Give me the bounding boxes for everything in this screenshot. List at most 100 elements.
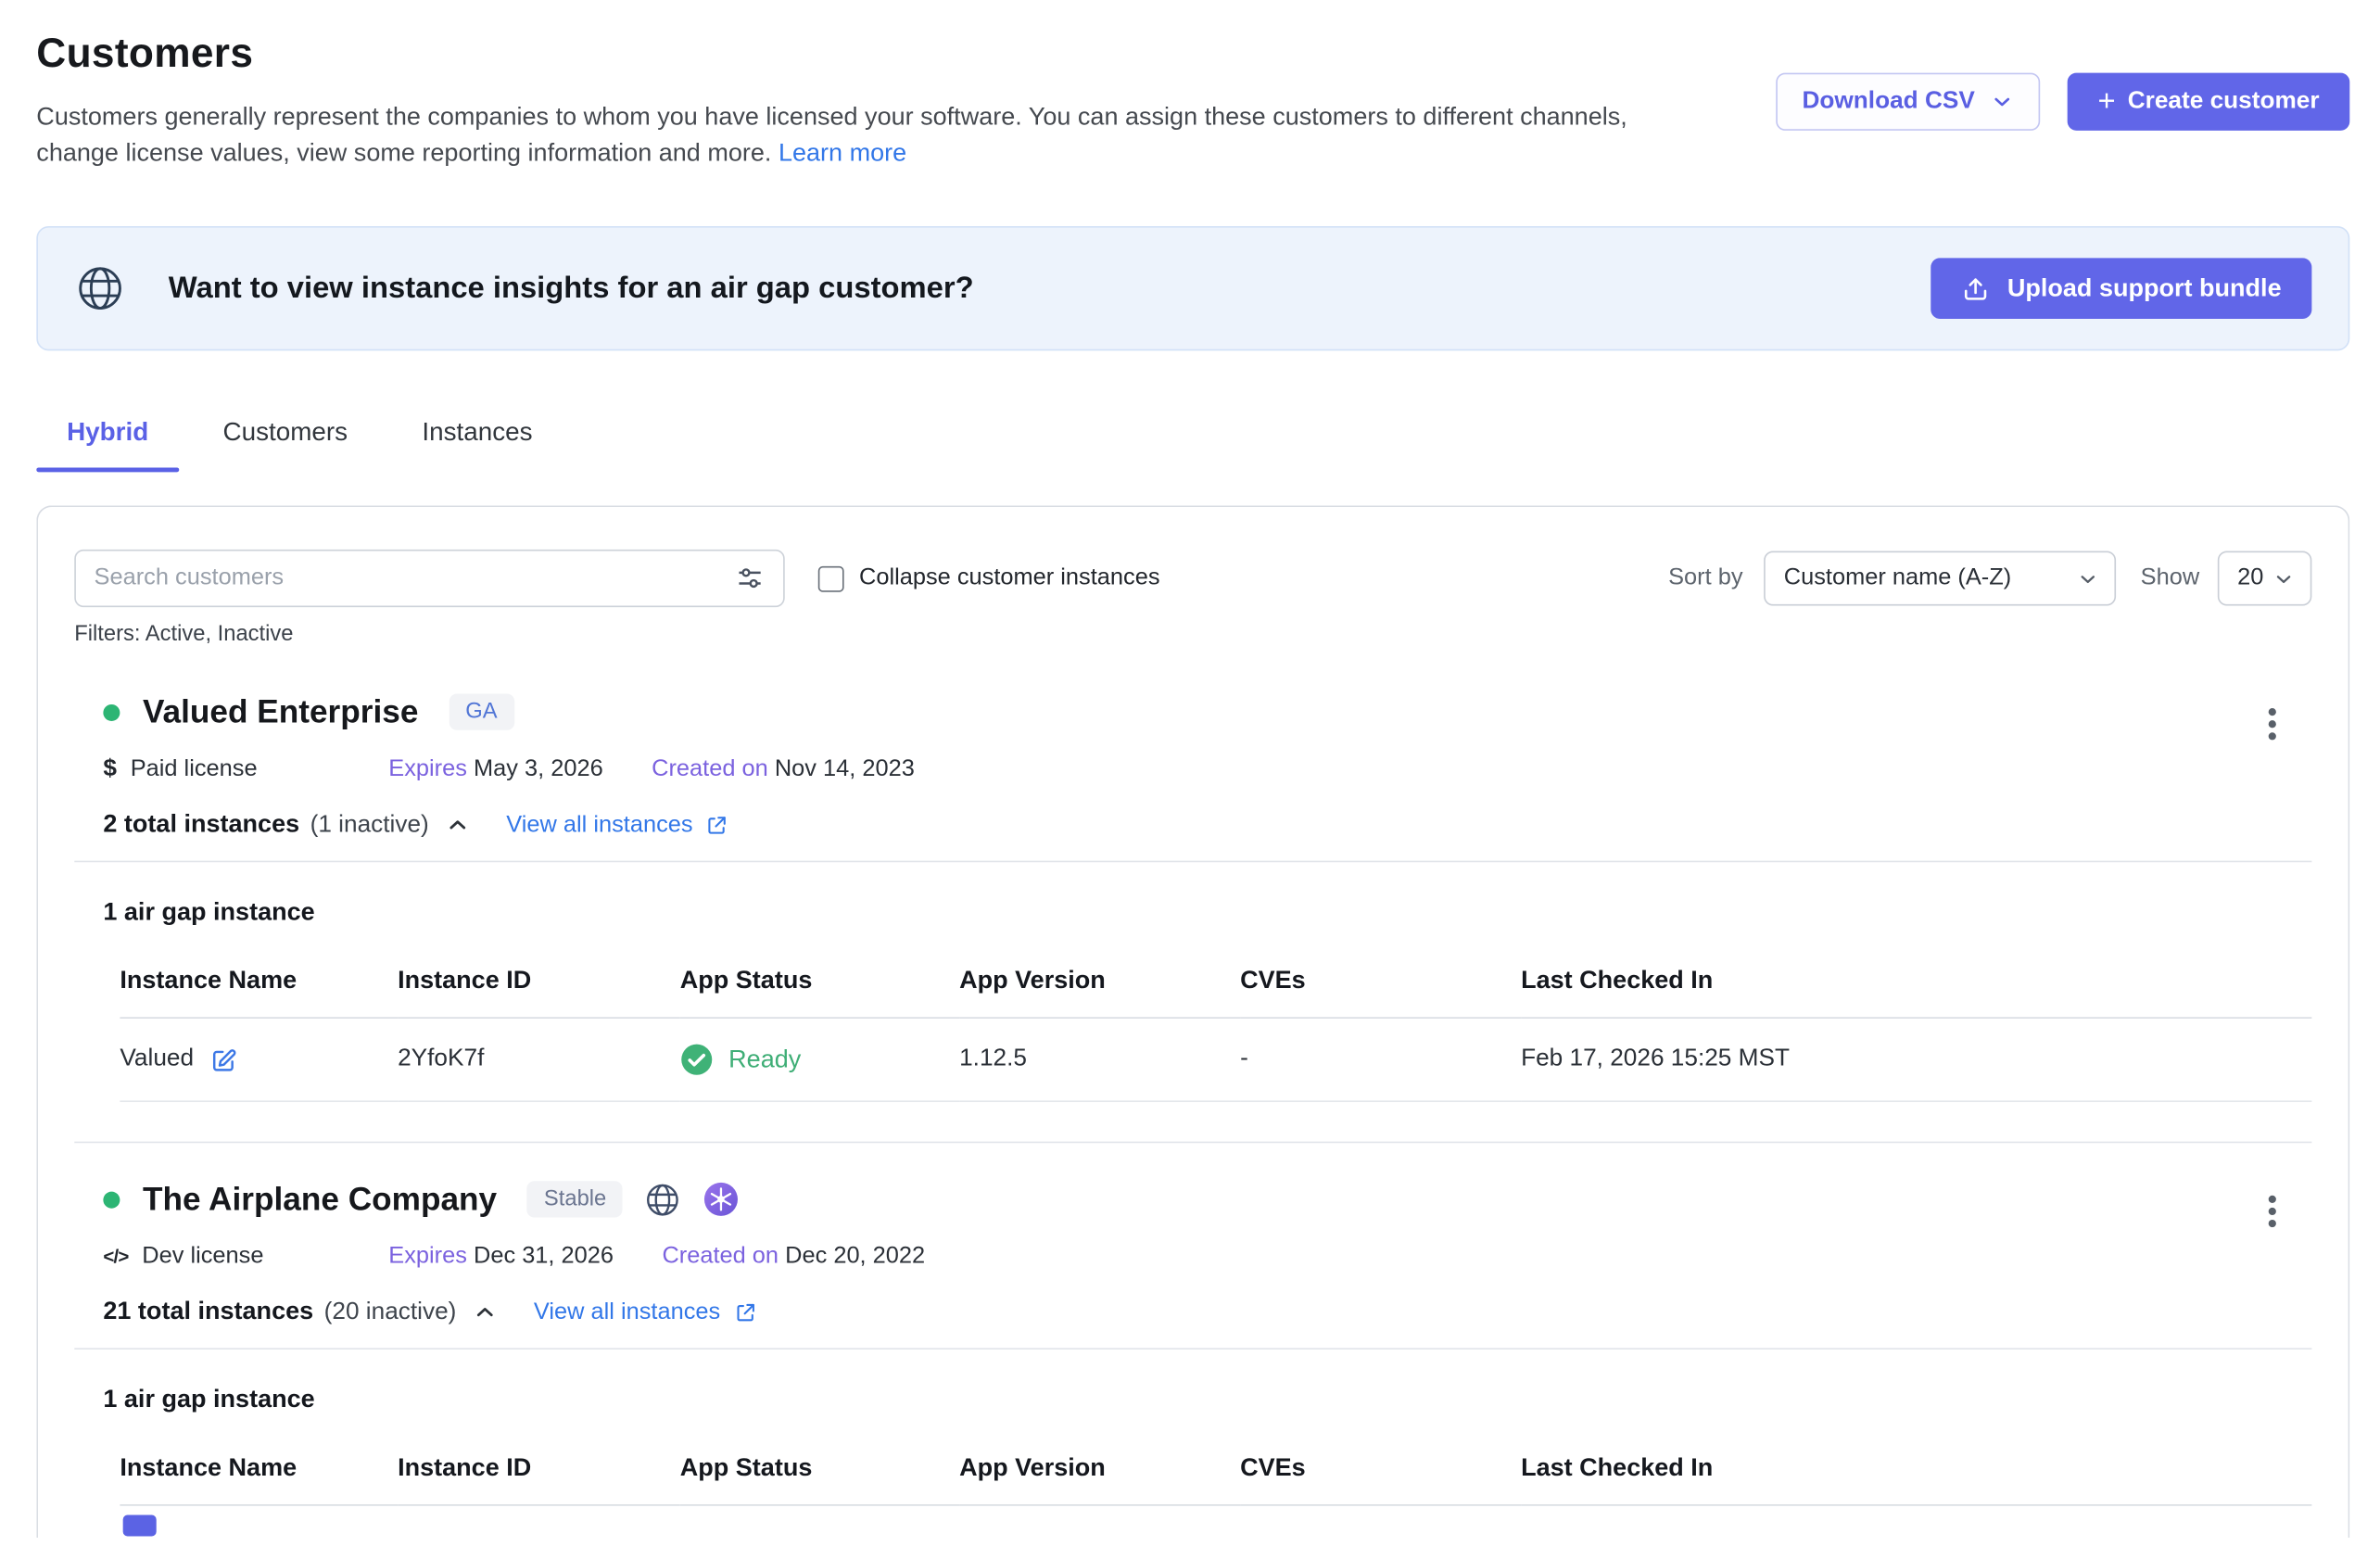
external-link-icon: [705, 813, 729, 837]
customer-name[interactable]: The Airplane Company: [143, 1180, 497, 1218]
divider: [74, 861, 2311, 863]
page-content: Customers Download CSV + Create customer…: [0, 0, 2380, 1538]
view-all-instances-link[interactable]: View all instances: [534, 1299, 757, 1325]
create-customer-button[interactable]: + Create customer: [2068, 73, 2350, 131]
customer-meta: $ Paid license Expires May 3, 2026 Creat…: [74, 756, 2311, 783]
license-type: $ Paid license: [103, 756, 388, 783]
col-instance-id: Instance ID: [398, 1439, 680, 1505]
collapse-chevron-up-icon[interactable]: [472, 1299, 498, 1325]
created-on-label: Created on: [652, 756, 768, 782]
filter-sliders-icon[interactable]: [735, 564, 766, 594]
kubernetes-icon: [703, 1181, 740, 1217]
chevron-down-icon: [1990, 90, 2014, 114]
upload-support-bundle-button[interactable]: Upload support bundle: [1931, 258, 2311, 319]
kebab-menu-icon[interactable]: [2254, 703, 2290, 745]
total-instances-text: 2 total instances: [103, 811, 299, 840]
expires-label: Expires: [388, 756, 467, 782]
license-type: </> Dev license: [103, 1243, 388, 1270]
created-on-value: Dec 20, 2022: [785, 1243, 925, 1269]
tab-instances[interactable]: Instances: [392, 405, 563, 472]
toolbar: Collapse customer instances Sort by Cust…: [74, 550, 2311, 607]
expires-value: May 3, 2026: [474, 756, 603, 782]
search-input[interactable]: [95, 564, 735, 591]
status-badge: Ready: [728, 1045, 801, 1074]
license-type-label: Paid license: [131, 756, 258, 783]
tab-customers[interactable]: Customers: [193, 405, 378, 472]
active-filters-text: Filters: Active, Inactive: [74, 622, 2311, 646]
external-link-icon: [732, 1300, 756, 1324]
col-last-checked-in: Last Checked In: [1521, 1439, 2311, 1505]
sort-by-label: Sort by: [1668, 564, 1742, 591]
col-instance-name: Instance Name: [120, 1439, 398, 1505]
created-on-value: Nov 14, 2023: [775, 756, 915, 782]
col-instance-name: Instance Name: [120, 952, 398, 1018]
license-type-label: Dev license: [142, 1243, 263, 1270]
expiry-info: Expires Dec 31, 2026: [388, 1243, 614, 1270]
created-info: Created on Dec 20, 2022: [662, 1243, 925, 1270]
channel-badge: GA: [449, 693, 513, 729]
customer-divider: [74, 1142, 2311, 1144]
col-app-status: App Status: [680, 1439, 959, 1505]
divider: [74, 1348, 2311, 1350]
collapse-instances-checkbox-group[interactable]: Collapse customer instances: [818, 564, 1160, 591]
created-on-label: Created on: [662, 1243, 779, 1269]
edit-icon[interactable]: [209, 1045, 237, 1074]
instances-summary-row: 21 total instances (20 inactive) View al…: [74, 1298, 2311, 1326]
collapse-instances-checkbox[interactable]: [818, 565, 844, 591]
airgap-banner: Want to view instance insights for an ai…: [36, 226, 2349, 350]
airgap-instances-table: Instance Name Instance ID App Status App…: [120, 1439, 2311, 1506]
instance-id: 2YfoK7f: [398, 1018, 680, 1101]
show-select[interactable]: 20: [2218, 551, 2312, 606]
toolbar-right: Sort by Customer name (A-Z) Show 20: [1668, 551, 2311, 606]
table-row: Valued 2YfoK7f: [120, 1018, 2311, 1101]
create-customer-label: Create customer: [2128, 88, 2320, 115]
table-header-row: Instance Name Instance ID App Status App…: [120, 952, 2311, 1018]
page-title: Customers: [36, 31, 2349, 78]
channel-badge: Stable: [527, 1181, 623, 1217]
view-all-instances-label: View all instances: [534, 1299, 720, 1325]
customer-airplane-company: The Airplane Company Stable: [74, 1173, 2311, 1536]
chevron-down-icon: [2077, 567, 2100, 590]
app-version: 1.12.5: [959, 1018, 1240, 1101]
dollar-icon: $: [103, 756, 117, 783]
airgap-instances-title: 1 air gap instance: [74, 1386, 2311, 1414]
created-info: Created on Nov 14, 2023: [652, 756, 915, 783]
sort-select[interactable]: Customer name (A-Z): [1764, 551, 2116, 606]
tab-hybrid-label: Hybrid: [67, 417, 148, 446]
customer-name[interactable]: Valued Enterprise: [143, 693, 418, 731]
learn-more-link[interactable]: Learn more: [779, 140, 906, 167]
search-customers-box: [74, 550, 784, 607]
tab-bar: Hybrid Customers Instances: [36, 405, 2349, 472]
airgap-globe-icon: [644, 1180, 682, 1218]
upload-icon: [1962, 274, 1991, 303]
inactive-instances-text: (20 inactive): [324, 1299, 457, 1325]
col-last-checked-in: Last Checked In: [1521, 952, 2311, 1018]
customer-valued-enterprise: Valued Enterprise GA $ Paid license Expi…: [74, 686, 2311, 1102]
status-check-icon: [680, 1043, 714, 1076]
col-app-status: App Status: [680, 952, 959, 1018]
expires-label: Expires: [388, 1243, 467, 1269]
instances-summary-row: 2 total instances (1 inactive) View all …: [74, 811, 2311, 840]
tab-customers-label: Customers: [223, 417, 348, 446]
active-status-dot: [103, 1191, 120, 1208]
page-description: Customers generally represent the compan…: [36, 98, 1698, 171]
kebab-menu-icon[interactable]: [2254, 1190, 2290, 1233]
tab-hybrid[interactable]: Hybrid: [36, 405, 179, 472]
view-all-instances-link[interactable]: View all instances: [506, 811, 729, 838]
sort-select-value: Customer name (A-Z): [1784, 564, 2011, 591]
airgap-instances-title: 1 air gap instance: [74, 899, 2311, 928]
collapse-chevron-up-icon[interactable]: [444, 812, 470, 838]
col-app-version: App Version: [959, 1439, 1240, 1505]
tab-instances-label: Instances: [422, 417, 532, 446]
airgap-instances-table: Instance Name Instance ID App Status App…: [120, 952, 2311, 1102]
customer-meta: </> Dev license Expires Dec 31, 2026 Cre…: [74, 1243, 2311, 1270]
expires-value: Dec 31, 2026: [474, 1243, 614, 1269]
customer-header: The Airplane Company Stable: [74, 1173, 2311, 1225]
header-actions: Download CSV + Create customer: [1777, 73, 2350, 131]
total-instances-text: 21 total instances: [103, 1298, 313, 1326]
inactive-instances-text: (1 inactive): [310, 811, 429, 838]
last-checked-in: Feb 17, 2026 15:25 MST: [1521, 1018, 2311, 1101]
view-all-instances-label: View all instances: [506, 811, 692, 838]
col-cves: CVEs: [1240, 1439, 1521, 1505]
download-csv-button[interactable]: Download CSV: [1777, 73, 2041, 131]
